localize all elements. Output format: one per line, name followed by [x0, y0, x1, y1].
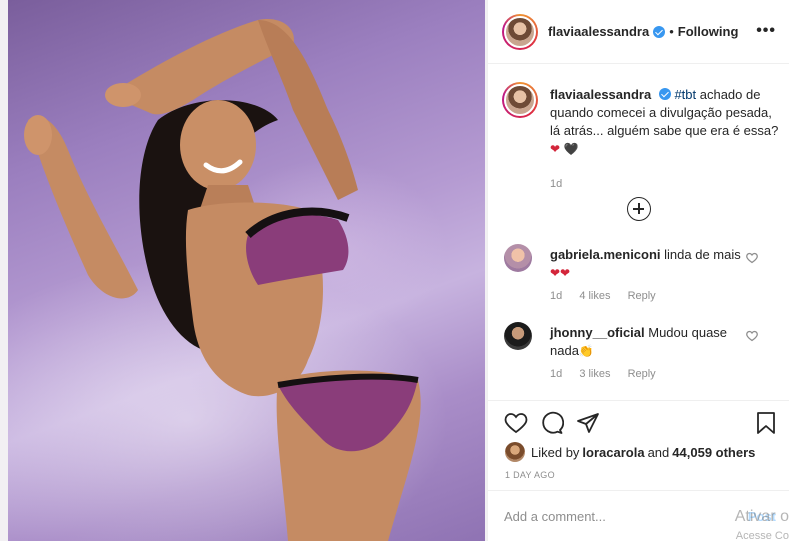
more-options-icon[interactable]: ••• — [756, 22, 776, 40]
comment-age[interactable]: 1d — [550, 368, 562, 380]
author-username[interactable]: flaviaalessandra — [548, 24, 649, 39]
comment-like-heart-icon[interactable] — [746, 330, 758, 342]
comment-avatar[interactable] — [504, 322, 532, 350]
post-actions-bar — [488, 400, 789, 446]
post-photo-pane[interactable] — [0, 0, 487, 541]
black-heart-emoji-icon: 🖤 — [563, 142, 579, 156]
reply-button[interactable]: Reply — [628, 368, 656, 380]
caption-text: flaviaalessandra #tbt achado de quando c… — [550, 86, 780, 158]
photo-illustration — [24, 19, 421, 541]
comment-avatar[interactable] — [504, 244, 532, 272]
comment-bubble-icon[interactable] — [540, 411, 564, 435]
caption-hashtag[interactable]: #tbt — [674, 87, 696, 102]
caption-verified-icon — [658, 88, 671, 100]
comment-meta: 1d 4 likes Reply — [550, 290, 670, 302]
windows-activation-watermark: Ativar o — [734, 508, 789, 525]
caption-age[interactable]: 1d — [550, 178, 562, 190]
windows-activation-watermark-sub: Acesse Co — [735, 530, 789, 541]
reply-button[interactable]: Reply — [628, 290, 656, 302]
caption-username[interactable]: flaviaalessandra — [550, 87, 651, 102]
following-button[interactable]: Following — [678, 24, 739, 39]
likes-middle: and — [647, 444, 670, 460]
liker-username[interactable]: loracarola — [582, 445, 644, 460]
author-avatar[interactable] — [502, 13, 538, 50]
comment-username[interactable]: jhonny__oficial — [550, 325, 645, 340]
red-heart-emoji-icon: ❤ — [550, 142, 561, 156]
caption-avatar[interactable] — [502, 82, 538, 118]
comment-body: linda de mais — [660, 247, 741, 262]
comments-section[interactable]: flaviaalessandra #tbt achado de quando c… — [488, 64, 789, 400]
comment-text: jhonny__oficial Mudou quase nada👏 — [550, 324, 750, 360]
save-bookmark-icon[interactable] — [754, 411, 778, 435]
comment-likes[interactable]: 3 likes — [579, 368, 610, 380]
post-header: flaviaalessandra • Following ••• — [488, 0, 789, 64]
likes-summary: Liked by loracarola and 44,059 others — [505, 442, 755, 462]
likes-prefix: Liked by — [531, 444, 580, 460]
clapping-emoji-icon: 👏 — [578, 344, 594, 358]
share-paper-plane-icon[interactable] — [576, 411, 600, 435]
like-heart-icon[interactable] — [504, 411, 528, 435]
likes-others-count[interactable]: 44,059 others — [672, 445, 755, 460]
comment-likes[interactable]: 4 likes — [579, 290, 610, 302]
load-more-comments-icon[interactable] — [627, 197, 651, 221]
verified-badge-icon — [653, 25, 666, 38]
comment-age[interactable]: 1d — [550, 290, 562, 302]
heart-emoji-icon: ❤❤ — [550, 266, 571, 280]
comment-like-heart-icon[interactable] — [746, 252, 758, 264]
liker-avatar[interactable] — [505, 442, 525, 462]
add-comment-input[interactable]: Add a comment... — [504, 509, 606, 524]
comment-username[interactable]: gabriela.meniconi — [550, 247, 661, 262]
comment-text: gabriela.meniconi linda de mais ❤❤ — [550, 246, 750, 282]
comment-meta: 1d 3 likes Reply — [550, 368, 670, 380]
post-sidebar: flaviaalessandra • Following ••• flaviaa… — [487, 0, 789, 541]
header-separator: • — [669, 24, 674, 39]
post-photo[interactable] — [8, 0, 485, 541]
post-timestamp[interactable]: 1 DAY AGO — [505, 470, 555, 480]
